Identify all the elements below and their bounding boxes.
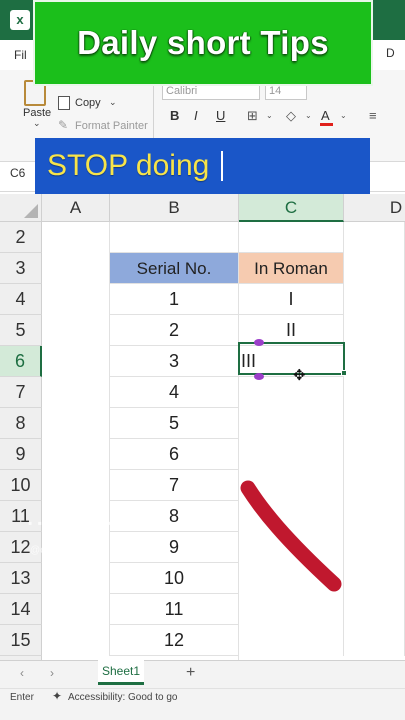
column-header-d[interactable]: D (344, 194, 405, 222)
format-painter-icon[interactable]: ✎ (58, 118, 68, 132)
cell-c2[interactable] (239, 222, 344, 253)
chevron-down-icon[interactable]: ⌄ (109, 97, 117, 108)
underline-button[interactable]: U (216, 108, 225, 123)
watermark-text: ▪ ▪▪▪▪ ▪▪▪▪ ▪▪ ▪▪▪▪ (28, 516, 125, 530)
cell-serial[interactable]: 12 (110, 625, 239, 656)
row-header[interactable]: 7 (0, 377, 42, 408)
cell-serial[interactable]: 2 (110, 315, 239, 346)
cell-b2[interactable] (110, 222, 239, 253)
banner-title: Daily short Tips (77, 24, 329, 61)
selection-handle-icon[interactable] (254, 339, 264, 346)
cell-serial[interactable]: 1 (110, 284, 239, 315)
row-header[interactable]: 5 (0, 315, 42, 346)
cell-serial[interactable]: 7 (110, 470, 239, 501)
column-header-a[interactable]: A (42, 194, 110, 222)
column-header-b[interactable]: B (110, 194, 239, 222)
status-mode: Enter (10, 692, 34, 703)
fill-color-icon[interactable]: ◇ (286, 108, 296, 124)
caption-text: STOP doing (47, 149, 210, 182)
accessibility-icon[interactable]: ✦ (52, 689, 62, 703)
copy-button[interactable]: Copy (75, 97, 101, 109)
move-cursor-icon: ✥ (293, 367, 306, 384)
active-cell-border (238, 342, 345, 375)
cell-serial[interactable]: 11 (110, 594, 239, 625)
row-header[interactable]: 4 (0, 284, 42, 315)
row-header[interactable]: 15 (0, 625, 42, 656)
align-icon[interactable]: ≡ (369, 108, 377, 123)
name-box[interactable]: C6 (10, 166, 25, 180)
row-header[interactable]: 2 (0, 222, 42, 253)
row-header[interactable]: 13 (0, 563, 42, 594)
accessibility-status[interactable]: Accessibility: Good to go (68, 692, 178, 703)
row-header[interactable]: 10 (0, 470, 42, 501)
cell-serial[interactable]: 9 (110, 532, 239, 563)
text-cursor (221, 151, 224, 181)
sheet-tab-bar (0, 660, 405, 688)
select-all-icon (24, 204, 38, 218)
row-header[interactable]: 14 (0, 594, 42, 625)
row-header-selected[interactable]: 6 (0, 346, 42, 377)
chevron-down-icon[interactable]: ⌄ (266, 111, 273, 120)
cell-serial[interactable]: 8 (110, 501, 239, 532)
font-color-icon[interactable]: A (321, 108, 330, 123)
watermark-handle: @excelnation (30, 545, 91, 556)
row-header[interactable]: 8 (0, 408, 42, 439)
column-header-c[interactable]: C (239, 194, 344, 222)
selection-handle-icon[interactable] (254, 373, 264, 380)
fill-handle[interactable] (341, 370, 347, 376)
caption-overlay: STOP doing (35, 138, 370, 194)
cell-serial[interactable]: 5 (110, 408, 239, 439)
chevron-down-icon[interactable]: ⌄ (33, 118, 41, 129)
menu-file[interactable]: Fil (14, 48, 27, 62)
excel-icon: x (10, 10, 30, 30)
chevron-left-icon[interactable]: ‹ (20, 666, 24, 680)
sheet-tab-sheet1[interactable]: Sheet1 (98, 660, 144, 685)
spreadsheet-grid[interactable]: A B C D 2 3 4 5 6 7 8 9 10 11 12 13 14 1… (0, 194, 405, 660)
italic-button[interactable]: I (194, 108, 198, 123)
chevron-down-icon[interactable]: ⌄ (305, 111, 312, 120)
cell-serial[interactable]: 10 (110, 563, 239, 594)
menu-data[interactable]: D (386, 46, 395, 60)
cell-serial[interactable]: 3 (110, 346, 239, 377)
cell-serial[interactable]: 6 (110, 439, 239, 470)
column-d-cells[interactable] (344, 222, 405, 656)
bold-button[interactable]: B (170, 108, 179, 123)
red-strike-annotation (240, 480, 342, 592)
borders-icon[interactable]: ⊞ (247, 108, 258, 124)
cell-b3-header[interactable]: Serial No. (110, 253, 239, 284)
cell-roman[interactable]: I (239, 284, 344, 315)
select-all-corner[interactable] (0, 194, 42, 222)
title-banner: Daily short Tips (33, 0, 373, 86)
font-color-swatch (320, 123, 333, 126)
chevron-down-icon[interactable]: ⌄ (340, 111, 347, 120)
copy-icon[interactable] (58, 96, 70, 110)
column-a-cells[interactable] (42, 222, 110, 656)
cell-serial[interactable]: 4 (110, 377, 239, 408)
add-sheet-button[interactable]: + (186, 664, 195, 682)
cell-c3-header[interactable]: In Roman (239, 253, 344, 284)
chevron-right-icon[interactable]: › (50, 666, 54, 680)
row-header[interactable]: 3 (0, 253, 42, 284)
row-header[interactable]: 9 (0, 439, 42, 470)
format-painter-button[interactable]: Format Painter (75, 120, 148, 132)
